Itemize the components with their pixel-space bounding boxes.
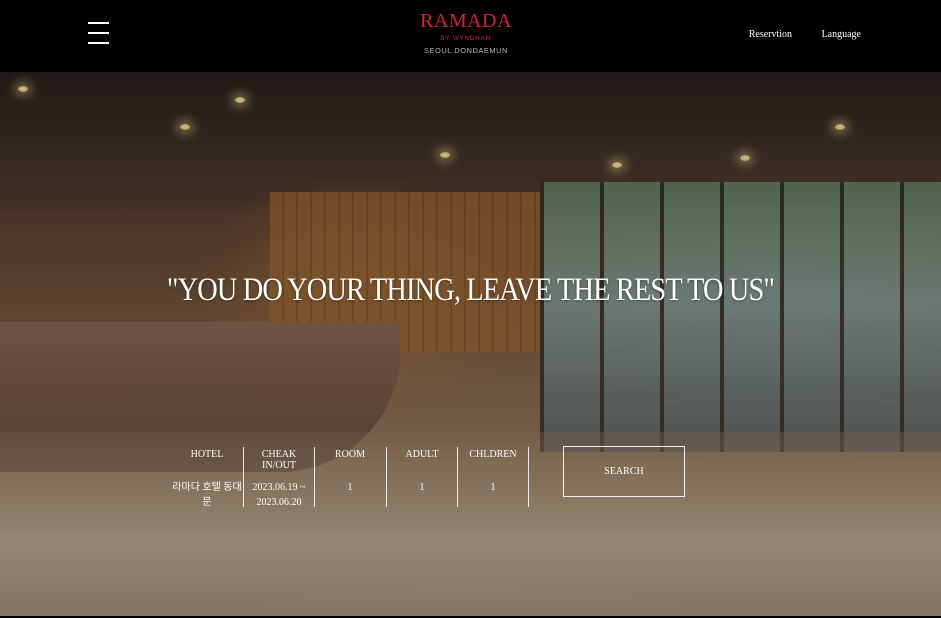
room-label: ROOM	[334, 449, 365, 460]
hotel-value: 라마다 호텔 동대문	[172, 482, 242, 508]
logo-brand: RAMADA	[420, 10, 512, 32]
nav-reservation-link[interactable]: Reservtion	[749, 29, 792, 40]
checkin-date: 2023.06.19 ~	[252, 482, 306, 493]
hotel-label: HOTEL	[190, 449, 224, 460]
adult-value: 1	[419, 482, 425, 493]
room-value: 1	[347, 482, 353, 493]
checkin-label: CHEAK IN/OUT	[261, 449, 297, 471]
field-divider	[528, 447, 529, 507]
children-value: 1	[490, 482, 496, 493]
nav-language-link[interactable]: Language	[822, 29, 861, 40]
checkout-date: 2023.06.20	[256, 497, 302, 508]
menu-icon[interactable]	[88, 22, 109, 46]
logo[interactable]: RAMADA BY WYNDHAM SEOUL DONDAEMUN	[410, 10, 522, 56]
checkin-field[interactable]: CHEAK IN/OUT 2023.06.19 ~ 2023.06.20	[244, 447, 314, 510]
top-nav: Reservtion Language	[722, 29, 861, 40]
hero-tagline: "YOU DO YOUR THING, LEAVE THE REST TO US…	[166, 272, 775, 308]
hotel-field[interactable]: HOTEL 라마다 호텔 동대문	[172, 447, 242, 508]
adult-label: ADULT	[405, 449, 439, 460]
logo-sub: BY WYNDHAM	[440, 36, 492, 42]
hero-image: "YOU DO YOUR THING, LEAVE THE REST TO US…	[0, 72, 941, 616]
hero-overlay	[0, 72, 941, 616]
search-button[interactable]: SEARCH	[563, 446, 685, 497]
room-field[interactable]: ROOM 1	[315, 447, 385, 507]
logo-location: SEOUL DONDAEMUN	[424, 46, 508, 55]
adult-field[interactable]: ADULT 1	[387, 447, 457, 507]
site-header: RAMADA BY WYNDHAM SEOUL DONDAEMUN Reserv…	[0, 0, 941, 72]
children-label: CHLDREN	[469, 449, 517, 460]
children-field[interactable]: CHLDREN 1	[458, 447, 528, 507]
checkin-value: 2023.06.19 ~ 2023.06.20	[244, 480, 314, 510]
